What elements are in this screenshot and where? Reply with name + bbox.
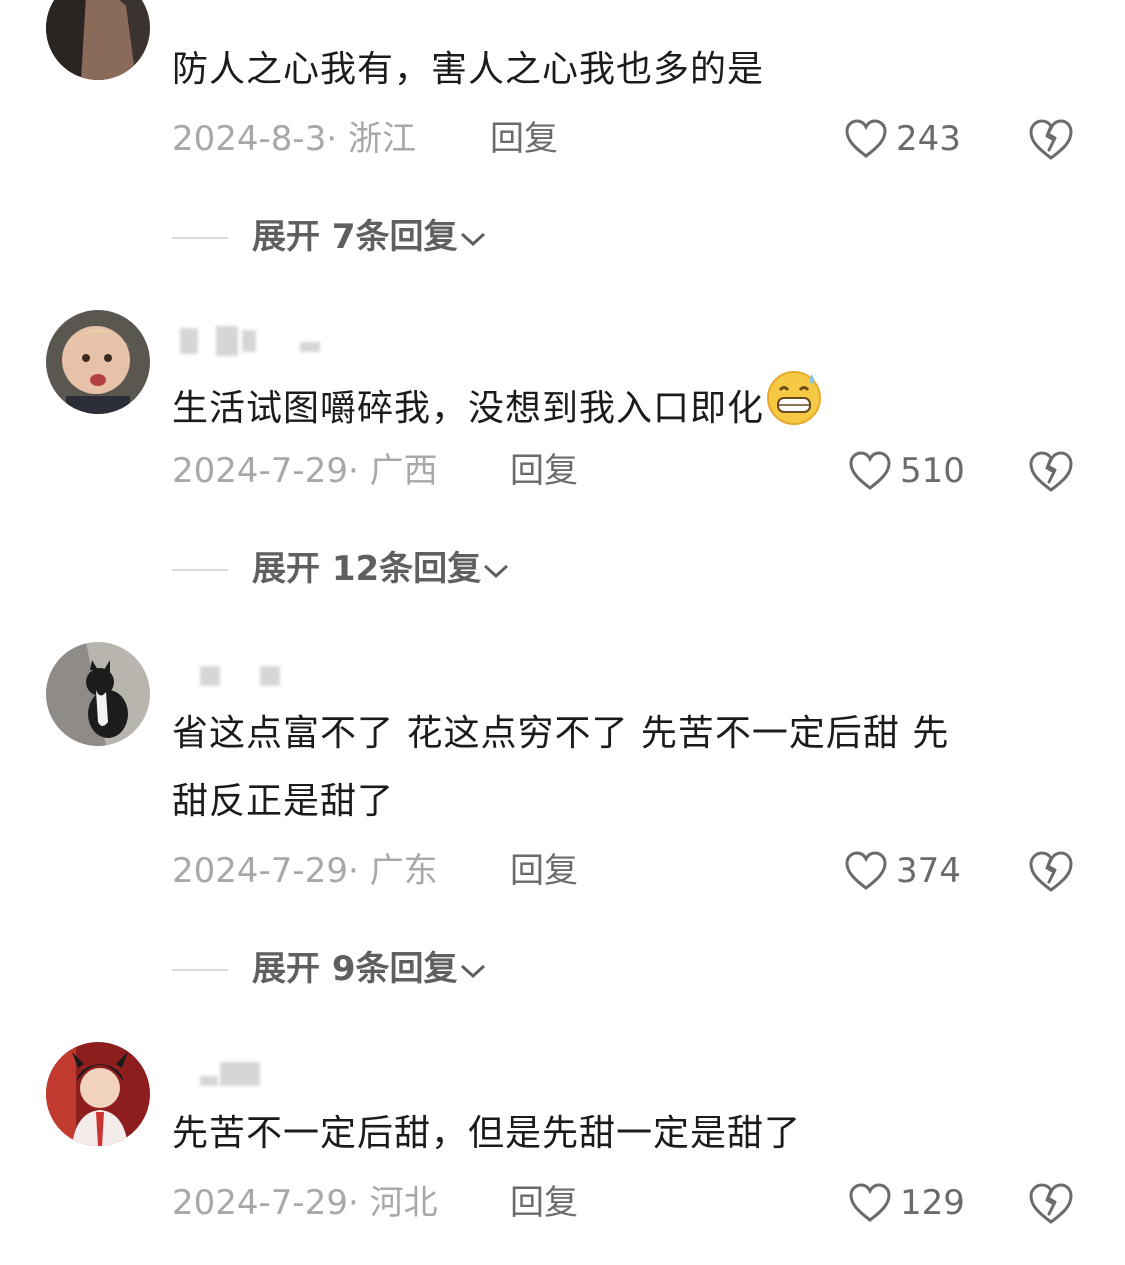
expand-replies-button[interactable]: 展开 9条回复: [172, 944, 672, 994]
like-button[interactable]: 243: [844, 114, 961, 164]
grinning-sweat-emoji: [767, 371, 822, 425]
like-count: 510: [900, 451, 965, 491]
broken-heart-icon[interactable]: [1028, 450, 1074, 494]
reply-button[interactable]: 回复: [510, 846, 578, 896]
heart-outline-icon: [849, 451, 891, 490]
divider: [172, 969, 228, 971]
expand-label: 展开 12条回复: [252, 549, 482, 589]
heart-outline-icon: [849, 1183, 891, 1222]
avatar[interactable]: [46, 642, 150, 746]
comment-meta: 2024-7-29· 广东 回复 374: [172, 846, 1092, 896]
comment-text: 省这点富不了 花这点穷不了 先苦不一定后甜 先 甜反正是甜了: [172, 700, 1072, 836]
avatar[interactable]: [46, 1042, 150, 1146]
divider: [172, 237, 228, 239]
comment-text-content: 生活试图嚼碎我，没想到我入口即化: [172, 388, 765, 429]
comment-text: 先苦不一定后甜，但是先甜一定是甜了: [172, 1113, 802, 1154]
reply-button[interactable]: 回复: [510, 1178, 578, 1228]
comment-meta: 2024-8-3· 浙江 回复 243: [172, 114, 1092, 164]
like-button[interactable]: 129: [848, 1178, 965, 1228]
broken-heart-icon[interactable]: [1028, 118, 1074, 162]
chevron-down-icon: [460, 232, 485, 246]
divider: [172, 569, 228, 571]
like-button[interactable]: 374: [844, 846, 961, 896]
username-blurred[interactable]: [180, 326, 340, 356]
expand-label: 展开 7条回复: [252, 217, 458, 257]
like-count: 129: [900, 1183, 965, 1223]
like-count: 243: [896, 119, 961, 159]
broken-heart-icon[interactable]: [1028, 1182, 1074, 1226]
comment-meta: 2024-7-29· 河北 回复 129: [172, 1178, 1092, 1228]
like-button[interactable]: 510: [848, 446, 965, 496]
comment-text-line: 省这点富不了 花这点穷不了 先苦不一定后甜 先: [172, 713, 950, 754]
expand-label: 展开 9条回复: [252, 949, 458, 989]
username-blurred[interactable]: [180, 1060, 340, 1088]
comment-meta: 2024-7-29· 广西 回复 510: [172, 446, 1092, 496]
avatar[interactable]: [46, 310, 150, 414]
date-location: 2024-7-29· 广西: [172, 451, 438, 491]
heart-outline-icon: [845, 119, 887, 158]
chevron-down-icon: [484, 564, 509, 578]
comment-text: 生活试图嚼碎我，没想到我入口即化: [172, 368, 1072, 443]
date-location: 2024-8-3· 浙江: [172, 119, 416, 159]
reply-button[interactable]: 回复: [510, 446, 578, 496]
expand-replies-button[interactable]: 展开 7条回复: [172, 212, 672, 262]
chevron-down-icon: [460, 964, 485, 978]
comment-text-line: 甜反正是甜了: [172, 781, 395, 822]
broken-heart-icon[interactable]: [1028, 850, 1074, 894]
expand-replies-button[interactable]: 展开 12条回复: [172, 544, 672, 594]
reply-button[interactable]: 回复: [490, 114, 558, 164]
like-count: 374: [896, 851, 961, 891]
avatar[interactable]: [46, 0, 150, 80]
heart-outline-icon: [845, 851, 887, 890]
date-location: 2024-7-29· 河北: [172, 1183, 438, 1223]
date-location: 2024-7-29· 广东: [172, 851, 438, 891]
comment-text: 防人之心我有，害人之心我也多的是: [172, 49, 765, 90]
username-blurred[interactable]: [180, 660, 340, 688]
